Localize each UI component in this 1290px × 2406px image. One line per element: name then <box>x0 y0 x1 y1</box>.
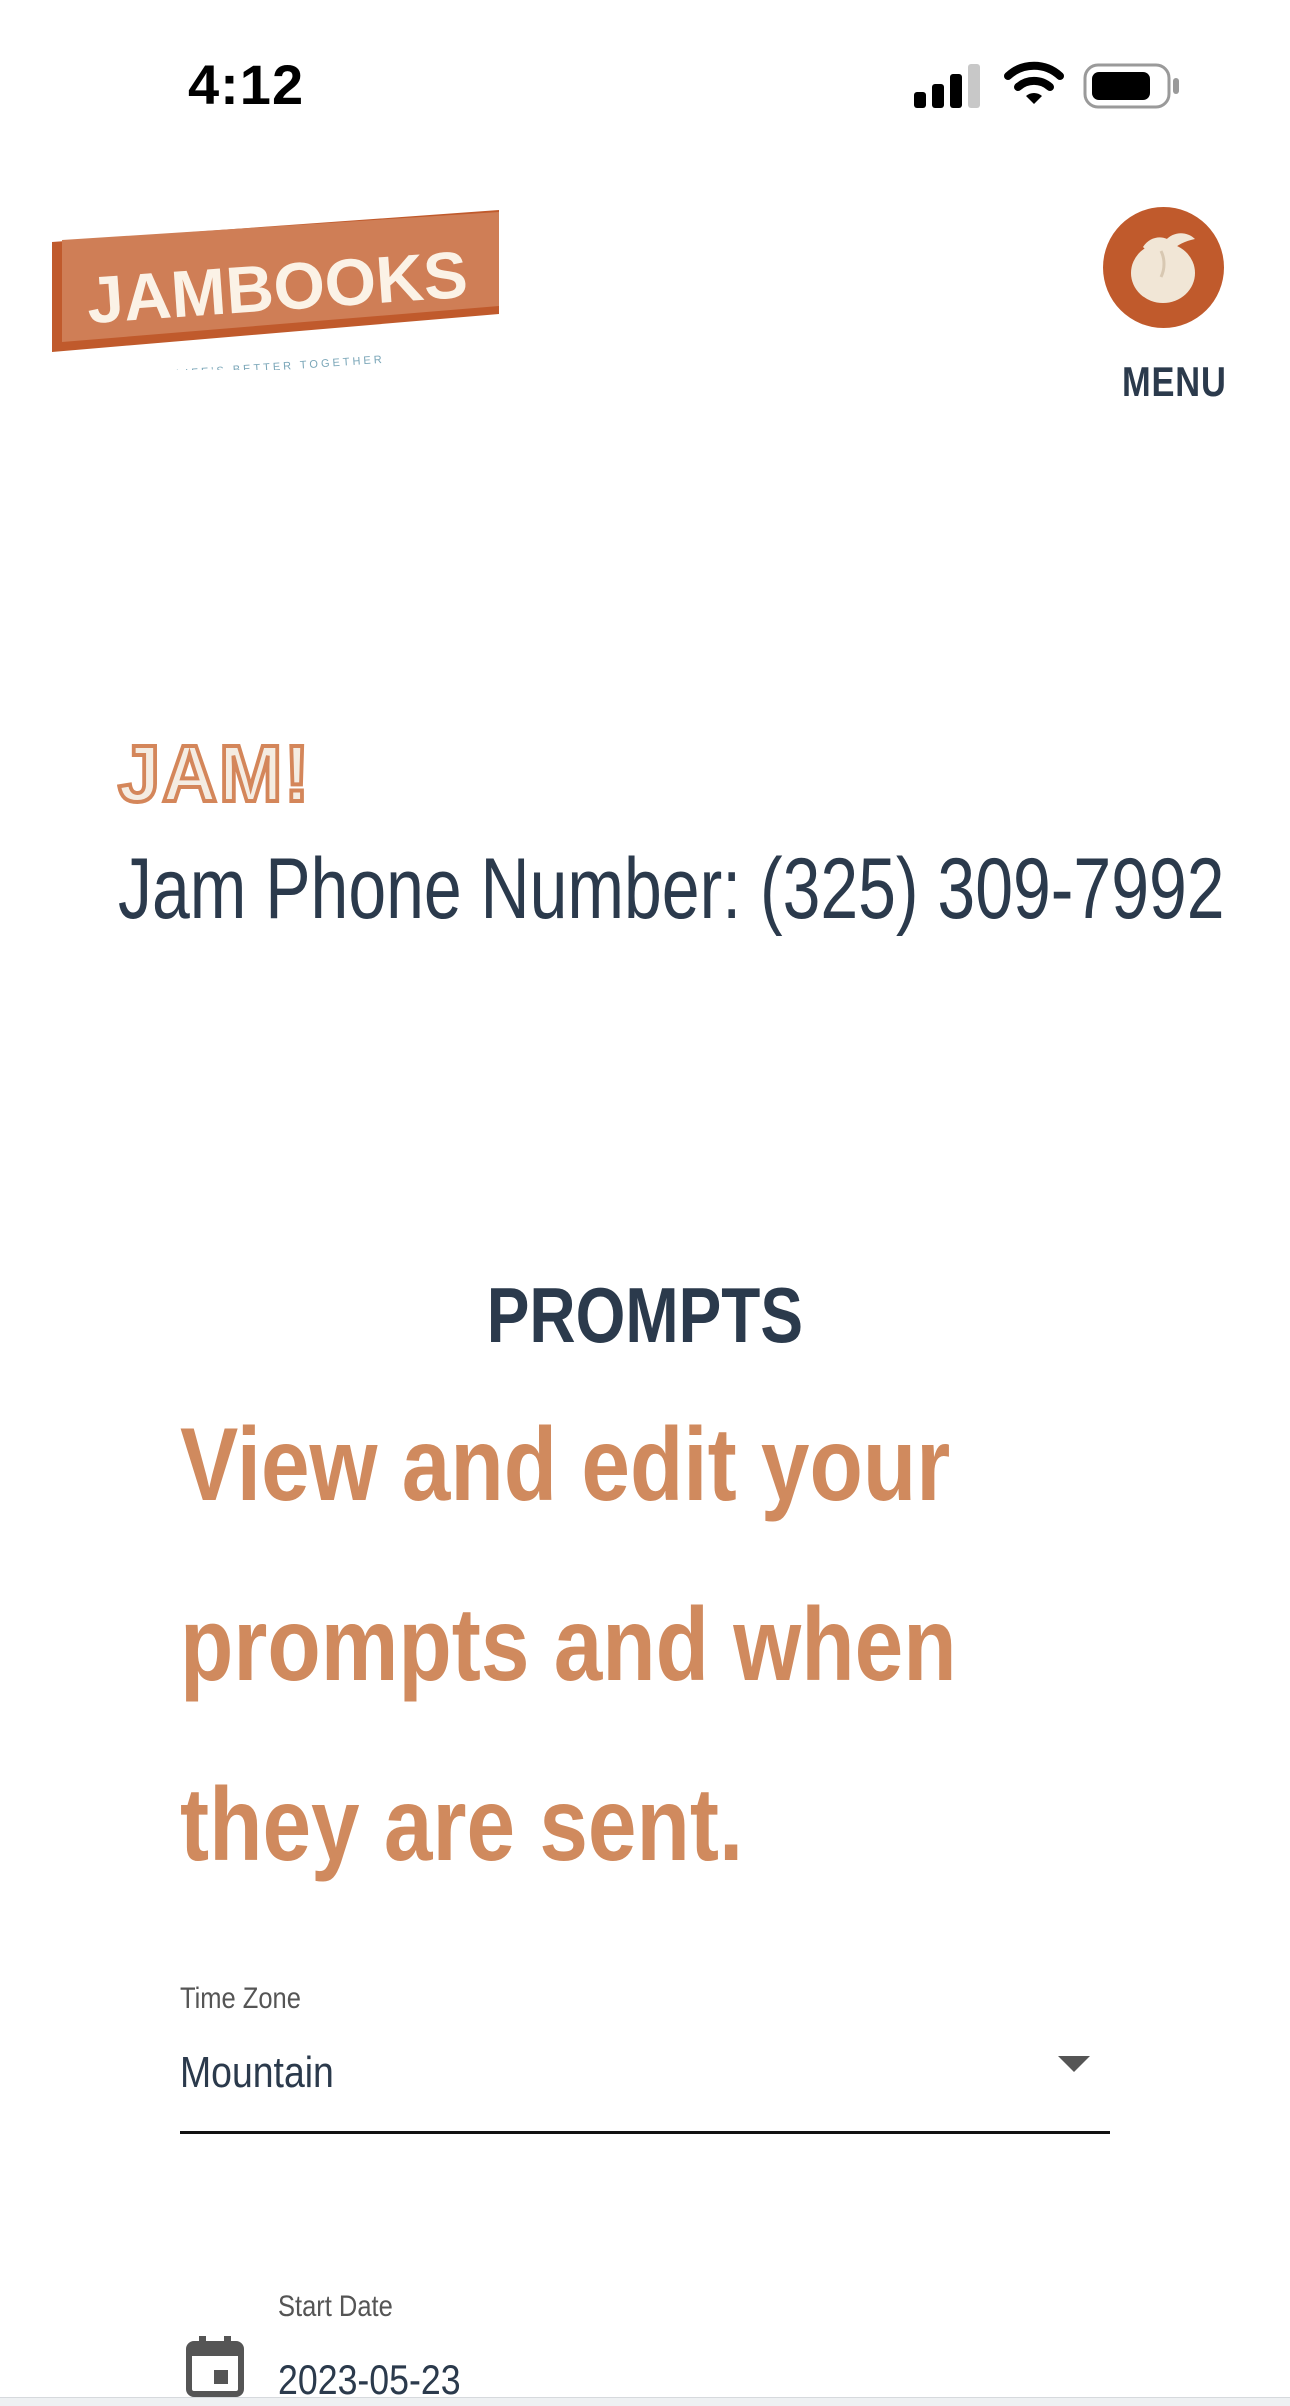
menu-button[interactable] <box>1103 207 1224 328</box>
logo-banner: JAMBOOKS LIFE'S BETTER TOGETHER <box>52 210 499 380</box>
cellular-signal-icon <box>914 64 980 108</box>
time-zone-label: Time Zone <box>180 1982 301 2015</box>
prompts-description: View and edit your prompts and when they… <box>180 1407 957 1883</box>
calendar-icon[interactable] <box>186 2336 244 2398</box>
jambooks-logo[interactable]: JAMBOOKS LIFE'S BETTER TOGETHER <box>52 210 502 380</box>
dropdown-arrow-icon[interactable] <box>1058 2056 1090 2072</box>
battery-icon <box>1083 63 1179 109</box>
peach-icon <box>1131 233 1195 303</box>
wifi-icon <box>1004 61 1064 104</box>
jam-phone-number: Jam Phone Number: (325) 309-7992 <box>118 841 1225 937</box>
menu-label[interactable]: MENU <box>1122 358 1227 406</box>
time-zone-value[interactable]: Mountain <box>180 2048 334 2098</box>
jam-title: JAM! <box>116 727 312 820</box>
logo-tagline: LIFE'S BETTER TOGETHER <box>176 354 385 370</box>
start-date-label: Start Date <box>278 2290 393 2323</box>
prompts-heading-text: PROMPTS <box>486 1271 804 1359</box>
time-zone-underline <box>180 2131 1110 2134</box>
status-time: 4:12 <box>188 53 305 116</box>
prompts-heading: PROMPTS <box>0 1270 1290 1361</box>
